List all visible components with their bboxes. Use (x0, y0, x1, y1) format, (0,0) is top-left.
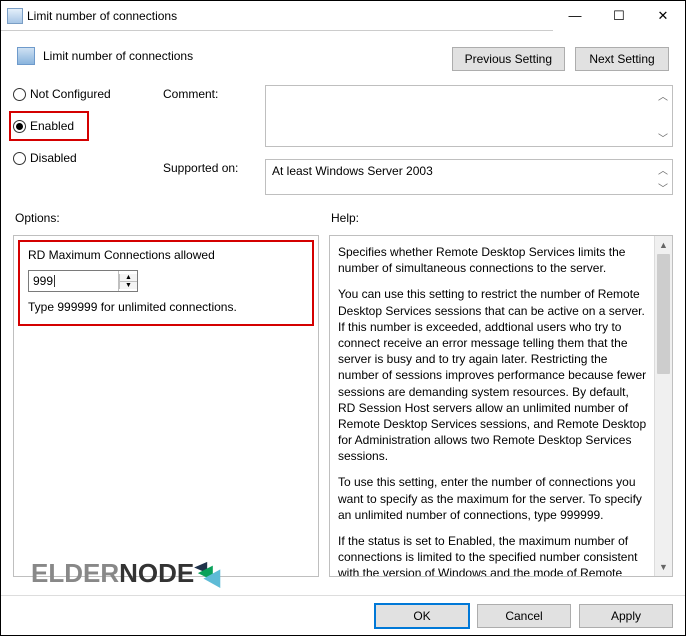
cancel-button[interactable]: Cancel (477, 604, 571, 628)
spinner-up-button[interactable]: ▲ (119, 274, 137, 282)
watermark-logo: ELDERNODE (31, 558, 226, 589)
scroll-up-icon[interactable]: ▲ (655, 236, 672, 254)
scroll-down-icon[interactable]: ﹀ (654, 178, 672, 195)
logo-graphic-icon (194, 560, 226, 588)
option-max-connections-label: RD Maximum Connections allowed (28, 248, 304, 262)
section-labels: Options: Help: (13, 211, 673, 225)
radio-label: Not Configured (30, 87, 111, 101)
radio-label: Enabled (30, 119, 74, 133)
scroll-down-icon[interactable]: ▼ (655, 558, 672, 576)
scrollbar-track[interactable] (655, 254, 672, 558)
comment-field[interactable]: ︿ ﹀ (265, 85, 673, 147)
help-paragraph: If the status is set to Enabled, the max… (338, 533, 648, 576)
options-panel: RD Maximum Connections allowed 999 ▲ ▼ T… (13, 235, 319, 577)
highlight-options: RD Maximum Connections allowed 999 ▲ ▼ T… (18, 240, 314, 326)
radio-group: Not Configured Enabled Disabled (13, 85, 163, 195)
previous-setting-button[interactable]: Previous Setting (452, 47, 565, 71)
radio-icon (13, 88, 26, 101)
close-button[interactable]: ✕ (641, 1, 685, 31)
help-paragraph: Specifies whether Remote Desktop Service… (338, 244, 648, 276)
scroll-up-icon[interactable]: ︿ (654, 160, 672, 178)
scrollbar-thumb[interactable] (657, 254, 670, 374)
comment-label: Comment: (163, 85, 255, 101)
help-text: Specifies whether Remote Desktop Service… (330, 236, 672, 576)
supported-on-value: At least Windows Server 2003 (266, 160, 654, 194)
maximize-button[interactable]: ☐ (597, 1, 641, 31)
max-connections-value: 999 (33, 274, 53, 288)
window-title: Limit number of connections (23, 9, 553, 23)
apply-button[interactable]: Apply (579, 604, 673, 628)
help-paragraph: You can use this setting to restrict the… (338, 286, 648, 464)
dialog-body: Limit number of connections Previous Set… (1, 31, 685, 577)
highlight-enabled: Enabled (9, 111, 89, 141)
app-icon (7, 8, 23, 24)
help-panel: Specifies whether Remote Desktop Service… (329, 235, 673, 577)
radio-icon (13, 120, 26, 133)
help-scrollbar[interactable]: ▲ ▼ (654, 236, 672, 576)
footer: OK Cancel Apply (1, 595, 685, 635)
policy-icon (17, 47, 35, 65)
radio-label: Disabled (30, 151, 77, 165)
scroll-down-icon[interactable]: ﹀ (654, 128, 672, 146)
options-label: Options: (15, 211, 331, 225)
supported-scrollbar[interactable]: ︿ ﹀ (654, 160, 672, 194)
help-paragraph: To use this setting, enter the number of… (338, 474, 648, 523)
minimize-button[interactable]: — (553, 1, 597, 31)
radio-disabled[interactable]: Disabled (13, 151, 163, 165)
panels: RD Maximum Connections allowed 999 ▲ ▼ T… (13, 235, 673, 577)
comment-value (266, 86, 654, 146)
titlebar: Limit number of connections — ☐ ✕ (1, 1, 685, 31)
next-setting-button[interactable]: Next Setting (575, 47, 669, 71)
radio-enabled[interactable]: Enabled (13, 119, 83, 133)
ok-button[interactable]: OK (375, 604, 469, 628)
config-row: Not Configured Enabled Disabled Comment: (13, 85, 673, 195)
max-connections-input[interactable]: 999 ▲ ▼ (28, 270, 138, 292)
comment-scrollbar[interactable]: ︿ ﹀ (654, 86, 672, 146)
option-hint: Type 999999 for unlimited connections. (28, 300, 304, 314)
dialog-heading: Limit number of connections (43, 49, 193, 63)
spinner-down-button[interactable]: ▼ (119, 282, 137, 289)
help-label: Help: (331, 211, 671, 225)
supported-on-label: Supported on: (163, 159, 255, 175)
radio-not-configured[interactable]: Not Configured (13, 87, 163, 101)
logo-wordmark: ELDERNODE (31, 558, 194, 589)
supported-on-field: At least Windows Server 2003 ︿ ﹀ (265, 159, 673, 195)
radio-icon (13, 152, 26, 165)
header-row: Limit number of connections Previous Set… (13, 41, 673, 85)
scroll-up-icon[interactable]: ︿ (654, 86, 672, 104)
